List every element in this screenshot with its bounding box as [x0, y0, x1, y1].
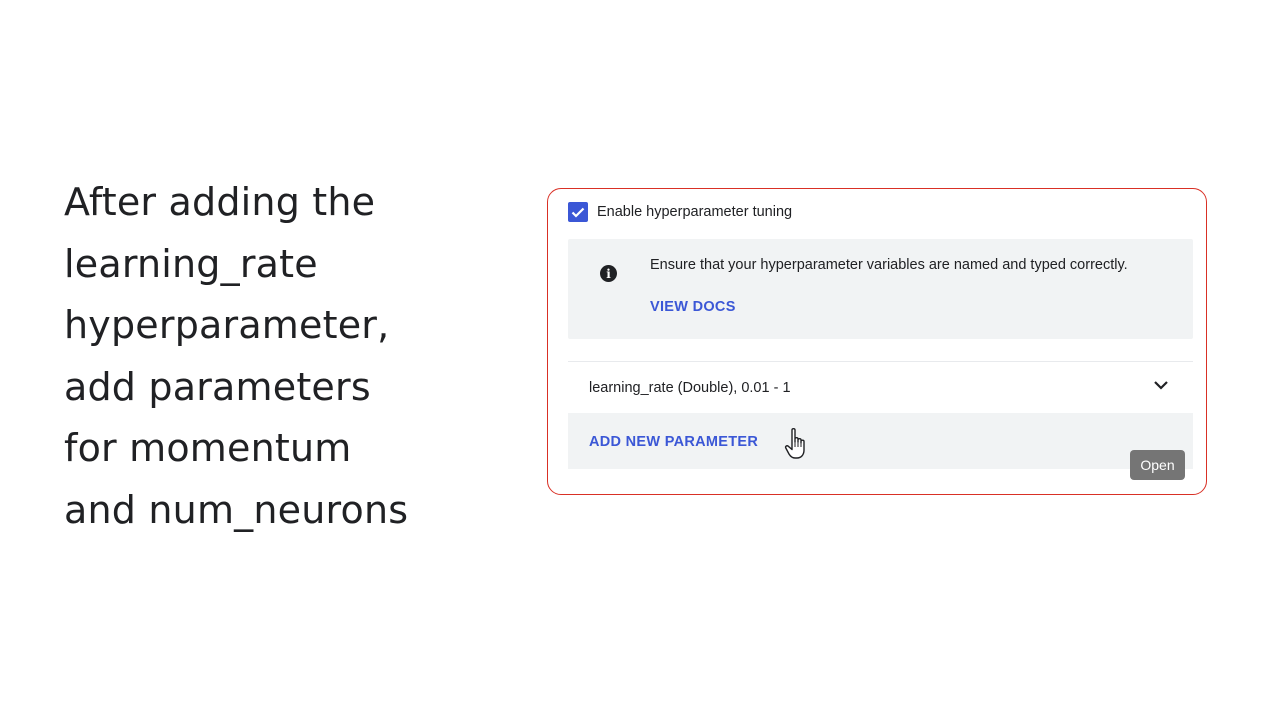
enable-hyperparameter-tuning-label: Enable hyperparameter tuning: [597, 204, 793, 220]
view-docs-link[interactable]: VIEW DOCS: [650, 299, 736, 315]
add-parameter-row: ADD NEW PARAMETER: [568, 413, 1193, 469]
hyperparameter-panel: Enable hyperparameter tuning i Ensure th…: [547, 188, 1207, 495]
caption-line: learning_rate: [64, 241, 318, 286]
open-badge[interactable]: Open: [1130, 450, 1185, 480]
caption-line: hyperparameter,: [64, 303, 390, 347]
parameter-label: learning_rate (Double), 0.01 - 1: [589, 380, 791, 396]
checkbox-checked-icon[interactable]: [568, 202, 588, 222]
enable-hyperparameter-tuning-toggle[interactable]: Enable hyperparameter tuning: [568, 201, 792, 223]
caption-text: After adding the learning_rate hyperpara…: [64, 172, 504, 541]
add-new-parameter-button[interactable]: ADD NEW PARAMETER: [589, 434, 758, 450]
parameter-row-learning-rate[interactable]: learning_rate (Double), 0.01 - 1: [568, 361, 1193, 413]
caption-line: After adding the: [64, 180, 376, 224]
caption-line: for momentum: [64, 426, 352, 470]
caption-line: and num_neurons: [64, 487, 409, 532]
info-message: Ensure that your hyperparameter variable…: [650, 257, 1128, 273]
hand-pointer-cursor-icon: [784, 428, 805, 459]
info-icon: i: [600, 265, 617, 282]
info-banner: i Ensure that your hyperparameter variab…: [568, 239, 1193, 339]
chevron-down-icon[interactable]: [1153, 379, 1169, 391]
caption-line: add parameters: [64, 364, 371, 409]
